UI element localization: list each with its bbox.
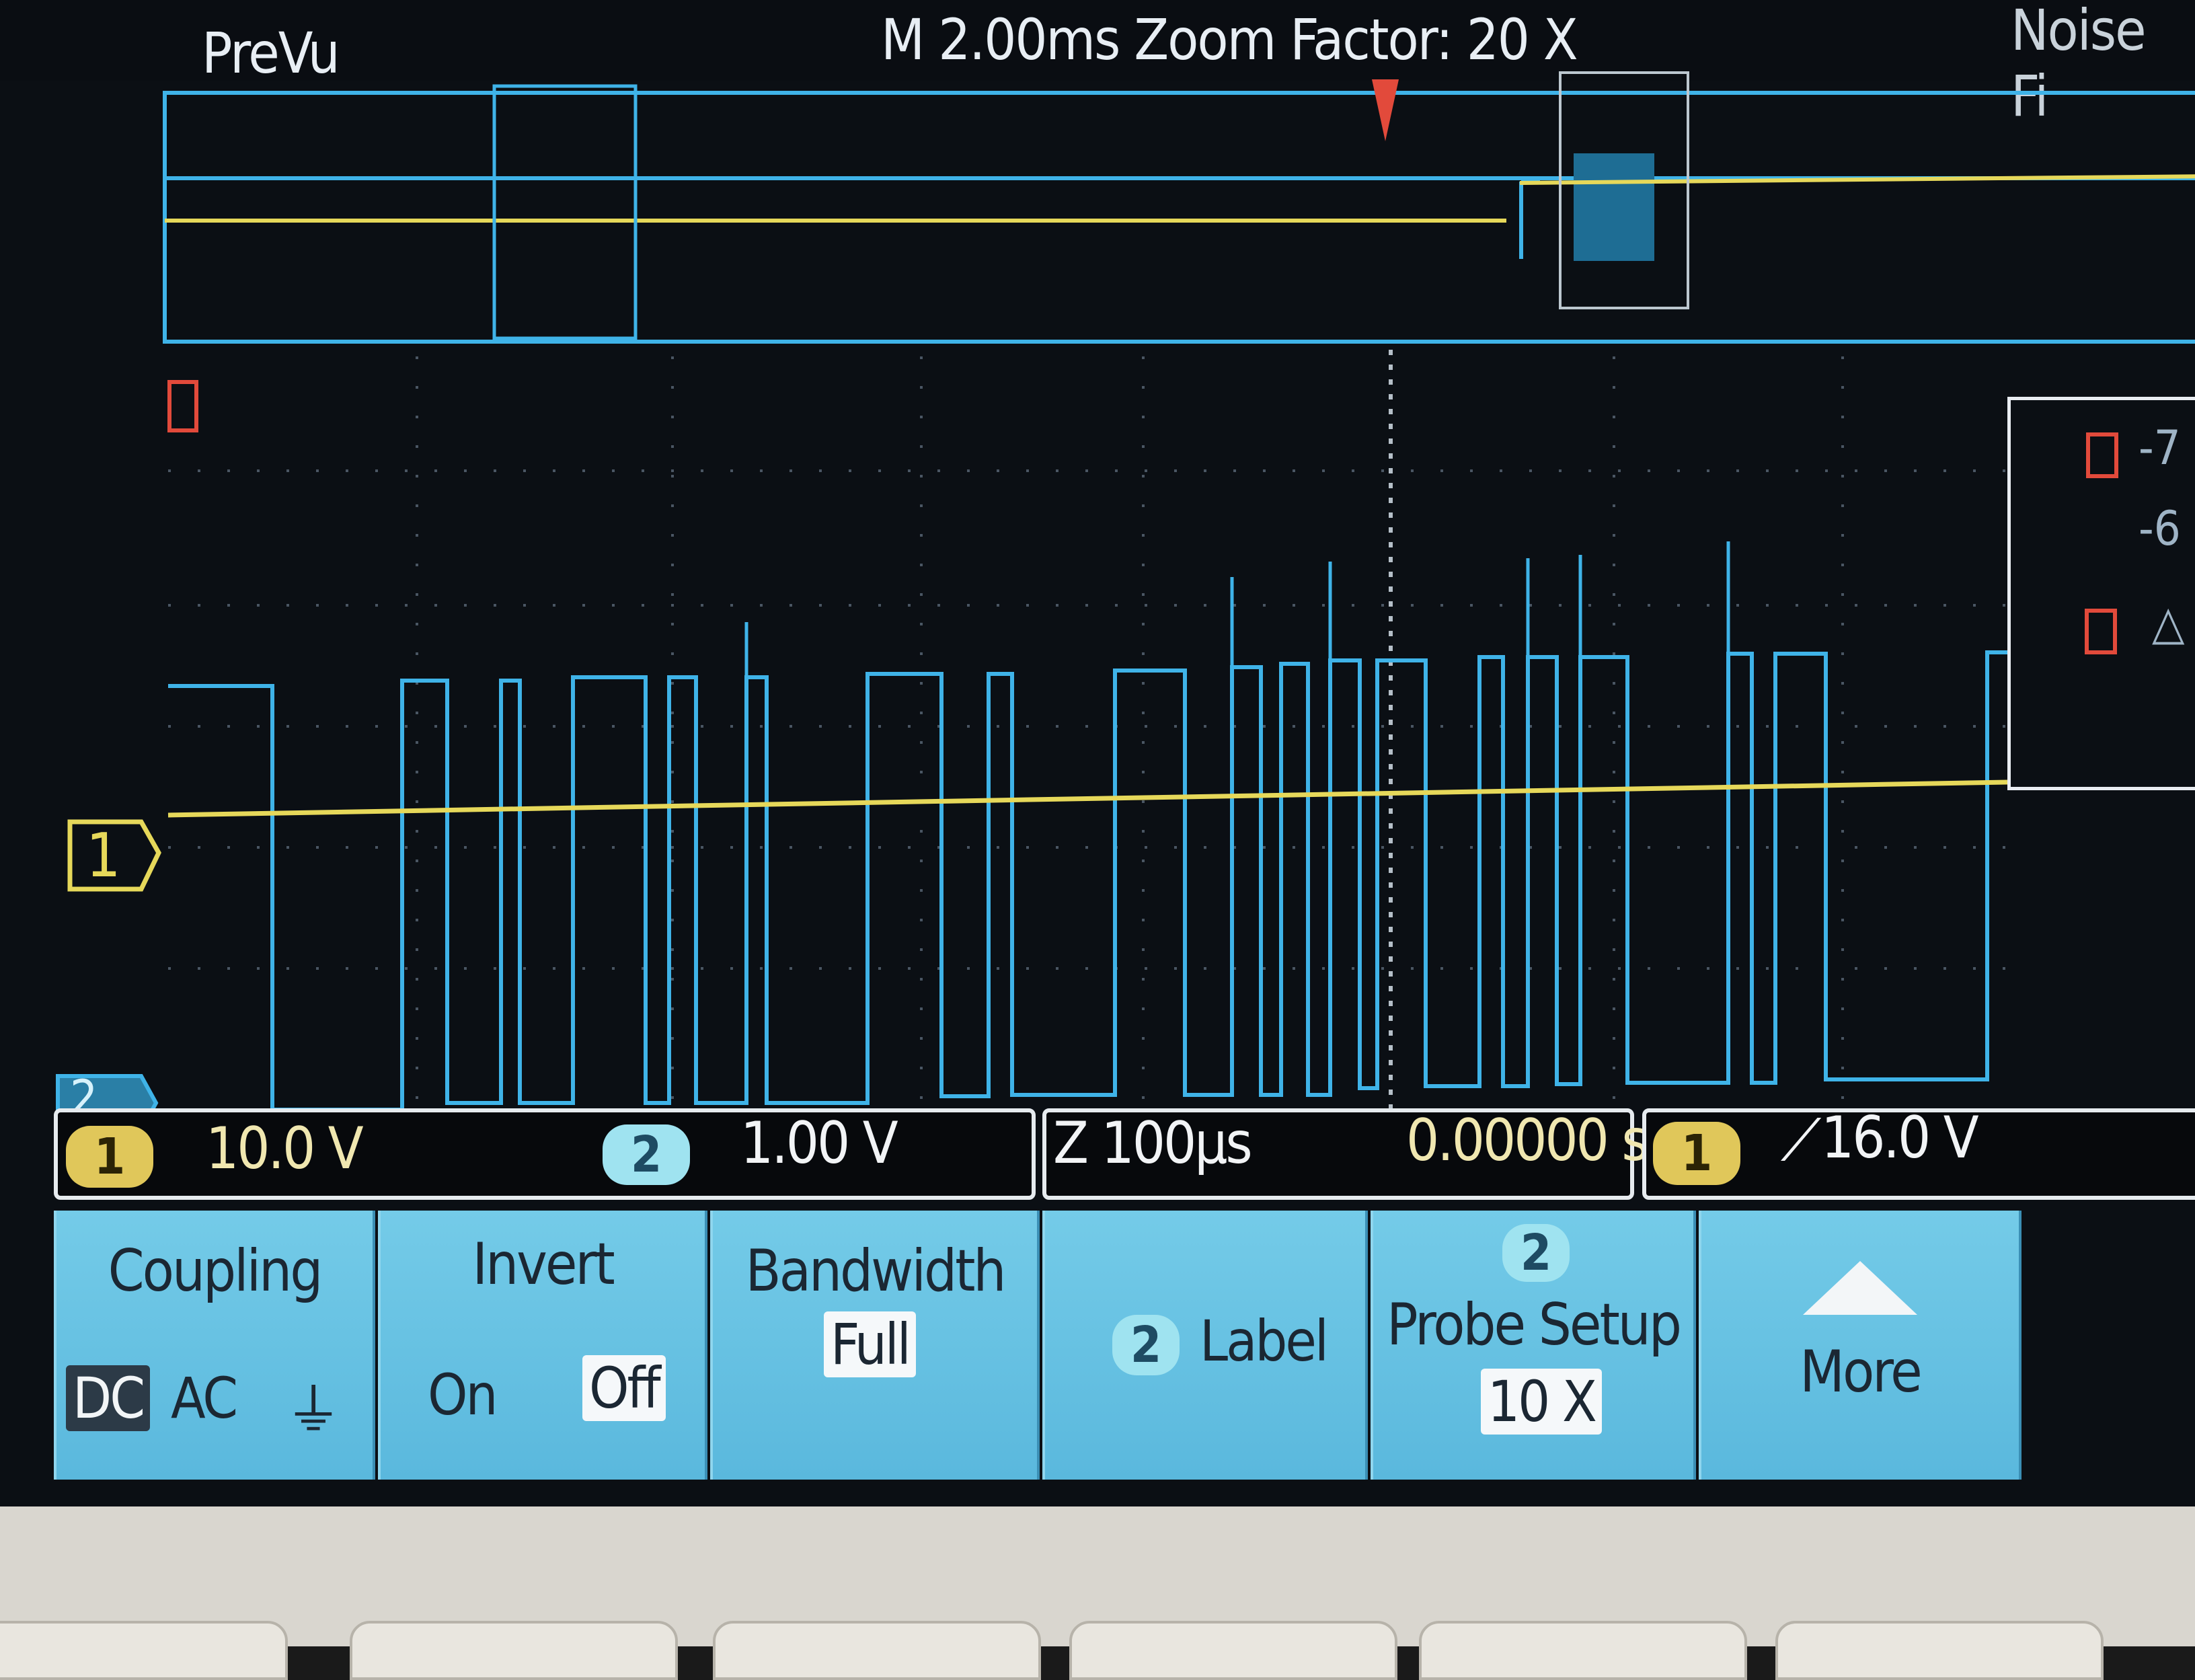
instrument-bezel: [0, 1506, 2195, 1680]
measurement-panel: -7 -6 △: [2007, 397, 2195, 790]
ch2-glitch-spikes: [744, 541, 1730, 677]
panel-value-2: -6: [2139, 501, 2181, 556]
ground-icon[interactable]: ⏚: [285, 1365, 342, 1447]
cursor-icon-2: [2085, 609, 2117, 654]
invert-button[interactable]: Invert On Off: [378, 1211, 707, 1480]
channel-readout-bar: 1 10.0 V 2 1.00 V Z 100µs 0.00000 s 1 ⟋ …: [54, 1104, 2195, 1209]
probe-channel-badge: 2: [1502, 1224, 1570, 1282]
bezel-key-4[interactable]: [1069, 1621, 1397, 1680]
bezel-key-3[interactable]: [713, 1621, 1041, 1680]
label-channel-badge: 2: [1112, 1315, 1180, 1375]
waveform-display: [56, 71, 2195, 1132]
bezel-key-1[interactable]: [0, 1621, 288, 1680]
bandwidth-value: Full: [824, 1311, 916, 1377]
probe-setup-title: Probe Setup: [1387, 1291, 1682, 1359]
trigger-source-badge[interactable]: 1: [1653, 1122, 1740, 1185]
ch1-marker-label: 1: [86, 820, 121, 891]
ch1-badge[interactable]: 1: [66, 1126, 153, 1188]
ch1-trace: [167, 779, 2008, 818]
ch2-scale: 1.00 V: [740, 1110, 898, 1177]
ch1-scale: 10.0 V: [206, 1115, 364, 1182]
label-button[interactable]: 2 Label: [1042, 1211, 1368, 1480]
bezel-key-5[interactable]: [1419, 1621, 1747, 1680]
more-button[interactable]: More: [1699, 1211, 2021, 1480]
invert-title: Invert: [472, 1231, 615, 1298]
probe-attenuation: 10 X: [1481, 1369, 1602, 1435]
bottom-menu: Coupling DC AC ⏚ Invert On Off Bandwidth…: [54, 1211, 2195, 1493]
bandwidth-title: Bandwidth: [745, 1237, 1007, 1305]
invert-off[interactable]: Off: [582, 1355, 666, 1421]
probe-setup-button[interactable]: 2 Probe Setup 10 X: [1371, 1211, 1696, 1480]
invert-on[interactable]: On: [428, 1362, 498, 1428]
trigger-position-icon: [1372, 79, 1399, 141]
coupling-button[interactable]: Coupling DC AC ⏚: [54, 1211, 375, 1480]
cursor-icon: [2086, 432, 2118, 478]
trigger-slope-icon: ⟋: [1781, 1107, 1821, 1174]
ch2-trace: [168, 650, 2011, 1112]
coupling-dc[interactable]: DC: [66, 1365, 150, 1431]
zoom-scale: Z 100µs: [1053, 1110, 1253, 1177]
panel-value-1: -7: [2139, 420, 2181, 475]
vertical-scale-box: 1 10.0 V 2 1.00 V: [54, 1108, 1036, 1200]
trigger-readout-box: 1 ⟋ 16.0 V: [1642, 1104, 2195, 1200]
zoom-overview: [163, 71, 2195, 344]
bezel-key-2[interactable]: [350, 1621, 678, 1680]
horizontal-position: 0.00000 s: [1406, 1107, 1649, 1174]
up-arrow-icon: [1803, 1261, 1917, 1315]
panel-delta: △: [2152, 595, 2185, 650]
trigger-level: 16.0 V: [1821, 1104, 1979, 1172]
oscilloscope-screen: PreVu M 2.00ms Zoom Factor: 20 X Noise F…: [0, 0, 2195, 1506]
horizontal-readout-box: Z 100µs 0.00000 s: [1042, 1107, 1649, 1200]
trigger-marker-icon: [167, 380, 198, 432]
bandwidth-button[interactable]: Bandwidth Full: [710, 1211, 1040, 1480]
bezel-key-6[interactable]: [1775, 1621, 2104, 1680]
more-title: More: [1800, 1338, 1923, 1406]
ch2-badge[interactable]: 2: [603, 1124, 690, 1185]
coupling-title: Coupling: [108, 1237, 323, 1305]
coupling-ac[interactable]: AC: [171, 1365, 238, 1431]
label-title: Label: [1200, 1308, 1329, 1374]
